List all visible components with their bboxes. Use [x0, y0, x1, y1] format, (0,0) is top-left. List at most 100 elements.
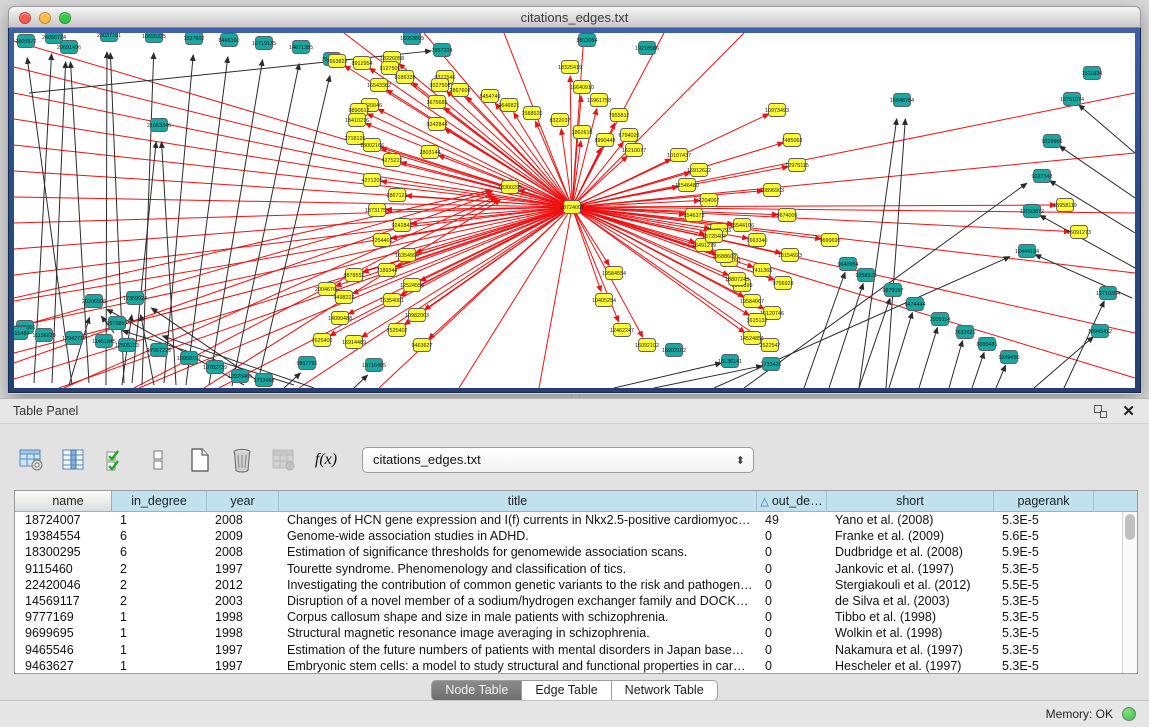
- graph-node[interactable]: 16914489: [342, 336, 366, 349]
- graph-node[interactable]: 14099488: [328, 312, 352, 325]
- vertical-scrollbar[interactable]: [1122, 512, 1137, 673]
- graph-node[interactable]: 2204067: [699, 194, 720, 207]
- graph-node[interactable]: 16053809: [400, 33, 424, 45]
- graph-node[interactable]: 9857791: [297, 357, 318, 370]
- graph-node[interactable]: 10655325: [142, 33, 166, 43]
- column-header-in_degree[interactable]: in_degree: [112, 491, 207, 511]
- graph-node[interactable]: 9358923: [856, 269, 877, 282]
- graph-node[interactable]: 9723468: [254, 374, 275, 387]
- graph-node[interactable]: 2867608: [450, 84, 471, 97]
- citation-edge-black[interactable]: [889, 313, 912, 388]
- graph-node[interactable]: 9646821: [499, 99, 520, 112]
- graph-node[interactable]: 1527602: [184, 33, 205, 45]
- graph-node[interactable]: 17359924: [123, 292, 147, 305]
- graph-node[interactable]: 2867121: [387, 189, 408, 202]
- citation-edge-red[interactable]: [14, 119, 572, 207]
- graph-node[interactable]: 10982003: [405, 309, 429, 322]
- graph-node[interactable]: 9756928: [773, 277, 794, 290]
- graph-node[interactable]: 11546480: [675, 179, 699, 192]
- function-builder-button[interactable]: f(x): [312, 445, 340, 475]
- graph-node[interactable]: 16902102: [662, 344, 686, 357]
- table-row[interactable]: 911546021997Tourette syndrome. Phenomeno…: [15, 561, 1137, 577]
- graph-node[interactable]: 1862615: [572, 126, 593, 139]
- table-row[interactable]: 977716911998Corpus callosum shape and si…: [15, 609, 1137, 625]
- graph-node[interactable]: 10782739: [203, 361, 227, 374]
- graph-node[interactable]: 8099481: [977, 338, 998, 351]
- graph-node[interactable]: 12975115: [785, 159, 809, 172]
- citation-edge-black[interactable]: [996, 365, 1006, 388]
- graph-node[interactable]: 1511834: [1082, 67, 1103, 80]
- graph-node[interactable]: 7955812: [609, 109, 630, 122]
- graph-node[interactable]: 12710354: [1096, 287, 1120, 300]
- graph-node[interactable]: 21053346: [147, 119, 171, 132]
- graph-node[interactable]: 23037181: [97, 33, 121, 42]
- graph-node[interactable]: 18731755: [365, 204, 389, 217]
- graph-node[interactable]: 12505103: [115, 339, 139, 352]
- graph-node[interactable]: 9463627: [412, 339, 433, 352]
- graph-node[interactable]: 16354001: [380, 294, 404, 307]
- citation-edge-black[interactable]: [209, 60, 263, 385]
- graph-node[interactable]: 16640910: [570, 81, 594, 94]
- graph-node[interactable]: 9327508: [430, 79, 451, 92]
- row-height-button[interactable]: [144, 445, 172, 475]
- table-mode-button[interactable]: [18, 445, 46, 475]
- citation-edge-black[interactable]: [654, 366, 762, 388]
- graph-node[interactable]: 8878552: [344, 269, 365, 282]
- citation-edge-black[interactable]: [886, 119, 905, 388]
- graph-node[interactable]: 9329966: [1042, 135, 1063, 148]
- close-panel-icon[interactable]: ✕: [1122, 402, 1135, 420]
- graph-node[interactable]: 9242844: [427, 118, 448, 131]
- graph-node[interactable]: 14671355: [289, 41, 313, 54]
- citation-edge-black[interactable]: [859, 119, 897, 388]
- column-header-name[interactable]: name: [15, 491, 112, 511]
- network-canvas[interactable]: 1805572240557242069140623037181106553251…: [14, 33, 1135, 388]
- table-row[interactable]: 1456911722003Disruption of a novel membe…: [15, 593, 1137, 609]
- graph-node[interactable]: 15958119: [1053, 199, 1077, 212]
- graph-node[interactable]: 12444134: [1015, 245, 1039, 258]
- graph-node[interactable]: 2522547: [760, 339, 781, 352]
- tab-network-table[interactable]: Network Table: [612, 680, 718, 701]
- tab-node-table[interactable]: Node Table: [431, 680, 522, 701]
- graph-node[interactable]: 8466160: [219, 34, 240, 47]
- graph-node[interactable]: 3675685: [427, 96, 448, 109]
- graph-node[interactable]: 10945412: [1088, 325, 1112, 338]
- graph-node[interactable]: 7632621: [955, 326, 976, 339]
- graph-node[interactable]: 8322037: [550, 114, 571, 127]
- graph-node[interactable]: 12942717: [62, 332, 86, 345]
- graph-node[interactable]: 16092102: [635, 339, 659, 352]
- graph-node[interactable]: 18002166: [360, 139, 384, 152]
- graph-node[interactable]: 12462247: [610, 324, 634, 337]
- citation-edge-black[interactable]: [232, 64, 299, 386]
- graph-node[interactable]: 9249450: [999, 351, 1020, 364]
- citation-edge-red[interactable]: [139, 207, 572, 388]
- citation-edge-red[interactable]: [572, 207, 1135, 378]
- row-selection-button[interactable]: [102, 445, 130, 475]
- graph-node[interactable]: 15136141: [718, 355, 742, 368]
- graph-node[interactable]: 20691406: [57, 41, 81, 54]
- citation-edge-black[interactable]: [1079, 105, 1135, 153]
- column-header-title[interactable]: title: [279, 491, 757, 511]
- new-table-button[interactable]: [186, 445, 214, 475]
- graph-node[interactable]: 7189344: [377, 264, 398, 277]
- citation-edge-black[interactable]: [110, 53, 124, 383]
- citation-edge-black[interactable]: [614, 363, 721, 388]
- citation-edge-black[interactable]: [919, 328, 937, 388]
- citation-edge-red[interactable]: [14, 207, 572, 327]
- graph-node[interactable]: 10958107: [177, 352, 201, 365]
- graph-node[interactable]: 9498222: [334, 291, 355, 304]
- graph-node[interactable]: 10719135: [252, 37, 276, 50]
- graph-node[interactable]: 8990448: [595, 134, 616, 147]
- citation-edge-red[interactable]: [572, 93, 1135, 207]
- show-column-button[interactable]: [60, 445, 88, 475]
- graph-node[interactable]: 4271205: [362, 174, 383, 187]
- delete-table-button[interactable]: [228, 445, 256, 475]
- column-header-year[interactable]: year: [207, 491, 279, 511]
- graph-node[interactable]: 10107437: [667, 149, 691, 162]
- citation-edge-red[interactable]: [429, 207, 572, 339]
- graph-node[interactable]: 18807243: [725, 273, 749, 286]
- citation-edge-black[interactable]: [69, 318, 89, 385]
- graph-node[interactable]: 9242841: [392, 219, 413, 232]
- citation-edge-black[interactable]: [354, 375, 367, 388]
- column-header-short[interactable]: short: [827, 491, 994, 511]
- graph-node[interactable]: 9474444: [905, 298, 926, 311]
